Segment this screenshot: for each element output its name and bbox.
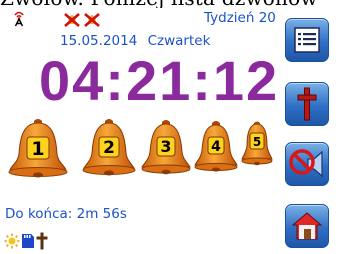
cross-button[interactable]	[285, 82, 329, 126]
clock-time: 04:21:12	[39, 49, 280, 112]
bell-number: 3	[160, 137, 171, 156]
bell-number: 2	[103, 138, 115, 158]
bell-5[interactable]: 5	[240, 120, 274, 166]
antenna-icon	[13, 11, 25, 27]
bell-number: 4	[211, 139, 221, 155]
list-icon	[294, 27, 320, 53]
mute-speaker-icon	[289, 149, 323, 178]
bell-2[interactable]: 2	[81, 118, 137, 176]
screen-right-frame	[332, 8, 341, 254]
week-label: Tydzień 20	[204, 10, 276, 26]
sun-icon	[4, 233, 20, 249]
muted-bell-icon	[83, 12, 101, 28]
weekday-value: Czwartek	[147, 33, 211, 49]
bell-4[interactable]: 4	[193, 120, 239, 172]
top-caption-cut: Zwołów. Poniżej lista dzwonów	[0, 0, 341, 8]
mute-button[interactable]	[285, 142, 329, 186]
bell-3[interactable]: 3	[140, 119, 192, 175]
bell-1[interactable]: 1	[7, 118, 69, 178]
list-button[interactable]	[285, 18, 329, 62]
date-line: 15.05.2014 Czwartek	[60, 33, 210, 49]
home-button[interactable]	[285, 204, 329, 248]
cross-icon	[297, 87, 317, 121]
bell-number: 5	[253, 135, 261, 149]
date-value: 15.05.2014	[60, 33, 138, 49]
sd-card-icon	[21, 233, 35, 249]
top-caption: Zwołów. Poniżej lista dzwonów	[0, 0, 318, 8]
home-icon	[291, 212, 323, 240]
cross-icon	[36, 232, 48, 250]
bell-number: 1	[31, 138, 44, 160]
countdown-label: Do końca: 2m 56s	[5, 206, 127, 222]
muted-bell-icon	[63, 12, 81, 28]
